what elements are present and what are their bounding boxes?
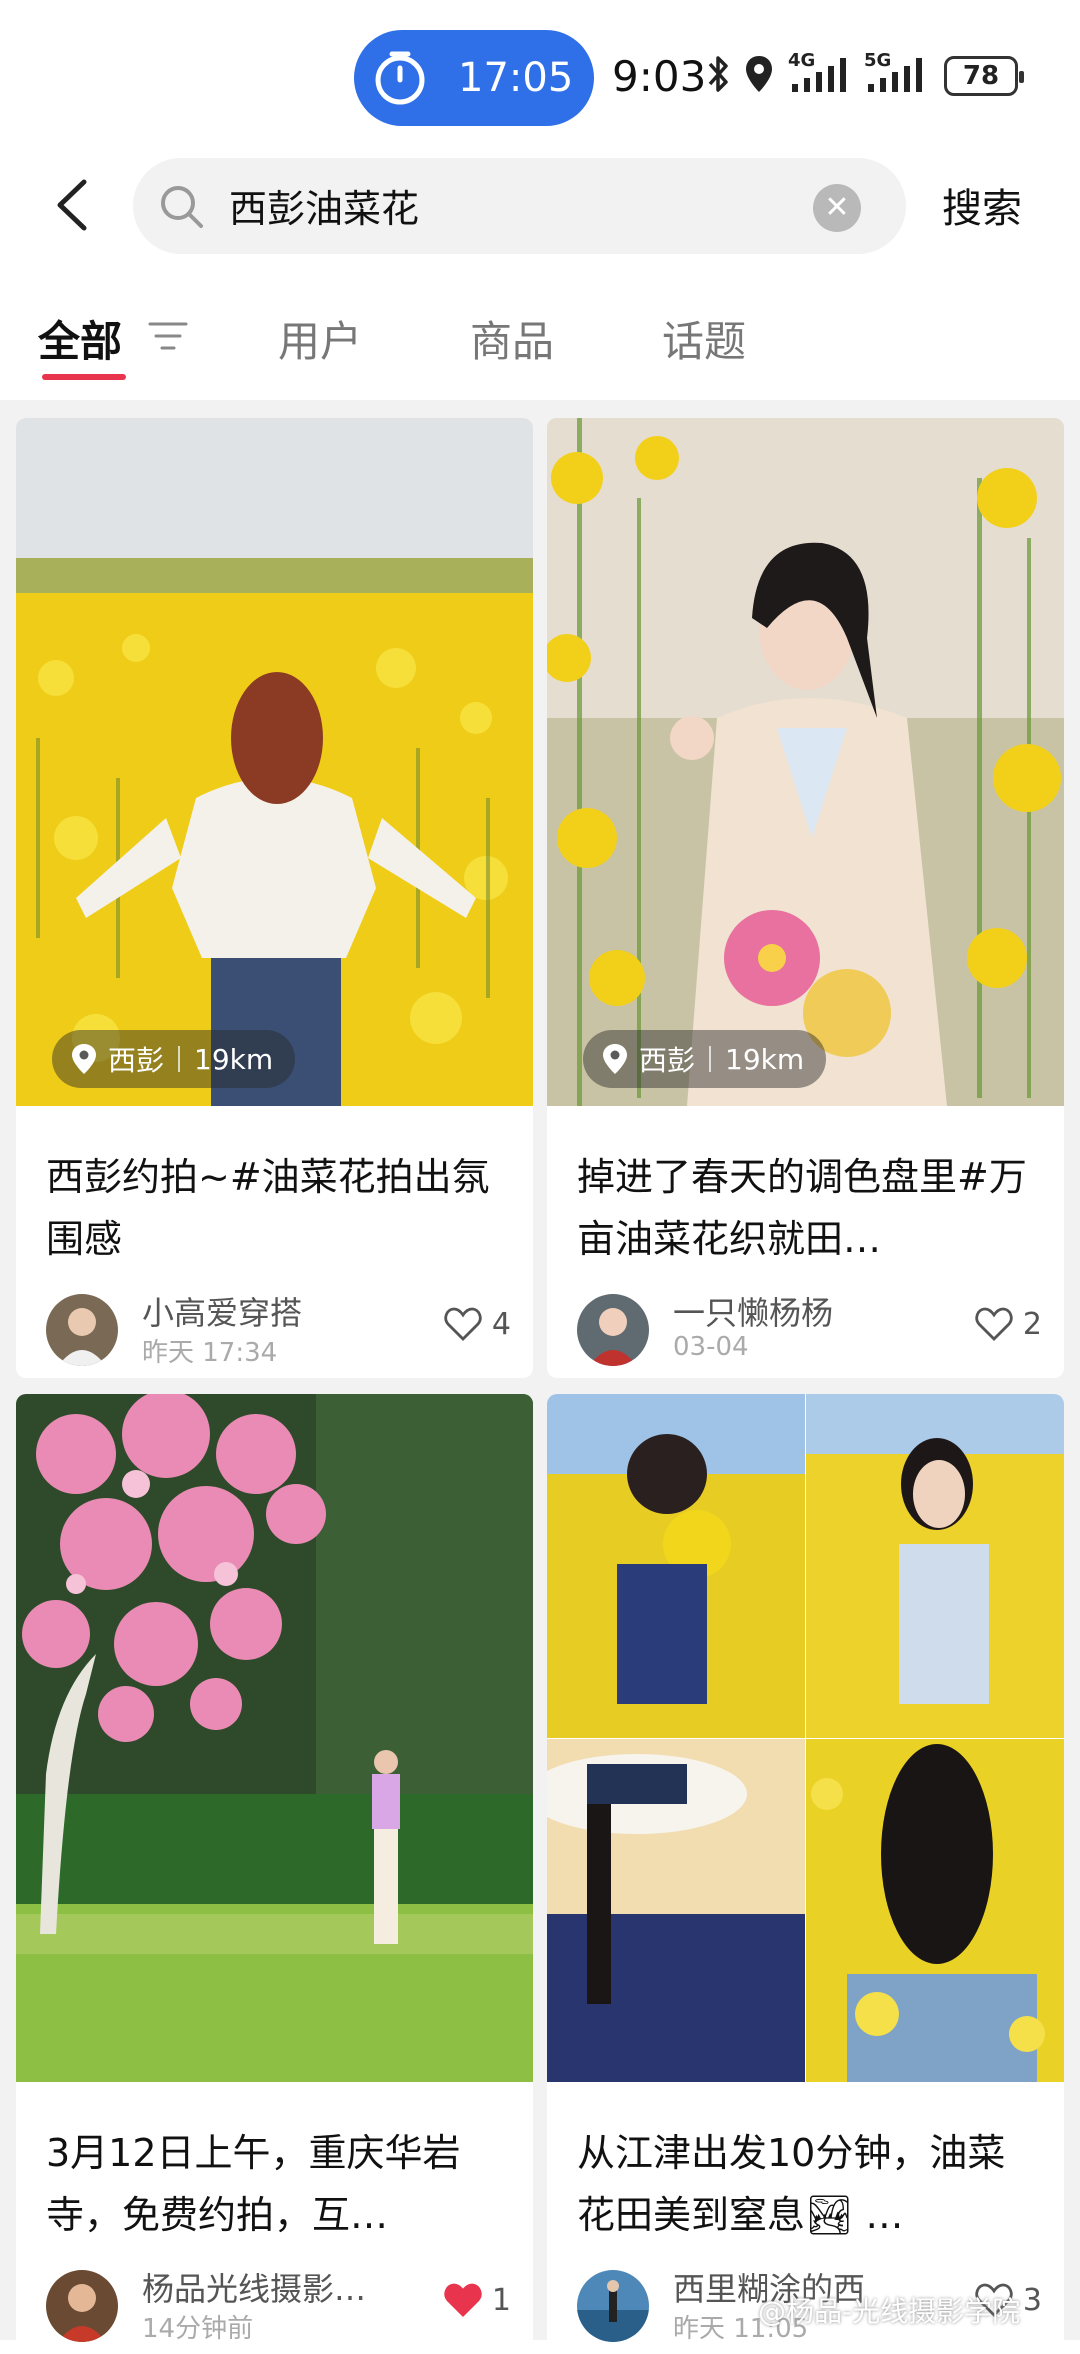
author-name[interactable]: 杨品光线摄影…: [142, 2264, 366, 2310]
post-time: 14分钟前: [142, 2314, 254, 2344]
location-badge: 西彭 19km: [52, 1030, 296, 1088]
status-icons: 4G 5G: [706, 50, 926, 94]
avatar[interactable]: [46, 2270, 118, 2342]
author-name[interactable]: 一只懒杨杨: [673, 1288, 833, 1334]
like-button[interactable]: 1: [444, 2282, 511, 2318]
search-icon: [161, 186, 203, 228]
location-distance: 19km: [194, 1042, 274, 1076]
like-button[interactable]: 4: [444, 1306, 511, 1342]
post-title[interactable]: 从江津出发10分钟，油菜花田美到窒息🏞 …: [577, 2122, 1037, 2246]
avatar[interactable]: [577, 2270, 649, 2342]
like-count: 2: [1022, 1306, 1042, 1342]
battery-icon: 78: [944, 56, 1024, 96]
heart-icon: [444, 1307, 482, 1341]
post-title[interactable]: 3月12日上午，重庆华岩寺，免费约拍，互…: [46, 2122, 506, 2246]
search-header: 西彭油菜花 ✕ 搜索: [0, 150, 1080, 260]
search-button[interactable]: 搜索: [942, 176, 1022, 234]
search-query: 西彭油菜花: [229, 187, 420, 231]
post-card[interactable]: 从江津出发10分钟，油菜花田美到窒息🏞 … 西里糊涂的西 昨天 11:05 3: [547, 1394, 1064, 2354]
post-time: 昨天 17:34: [142, 1338, 278, 1368]
battery-level: 78: [962, 61, 1000, 91]
location-pin-icon: [72, 1044, 96, 1074]
signal-5g-icon: 5G: [864, 50, 926, 94]
watermark: @杨品-光线摄影学院: [758, 2295, 1021, 2328]
author-name[interactable]: 小高爱穿搭: [142, 1288, 302, 1334]
post-time: 03-04: [673, 1332, 749, 1362]
like-count: 4: [491, 1306, 511, 1342]
post-card[interactable]: 西彭 19km 掉进了春天的调色盘里#万亩油菜花织就田… 一只懒杨杨 03-04…: [547, 418, 1064, 1378]
location-name: 西彭: [639, 1044, 696, 1077]
post-image: [16, 418, 533, 1106]
heart-filled-icon: [444, 2283, 482, 2317]
location-distance: 19km: [725, 1042, 805, 1076]
signal-4g-icon: 4G: [788, 50, 850, 94]
bluetooth-icon: [708, 56, 728, 92]
status-bar: 17:05 9:03 4G 5G 78: [0, 0, 1080, 150]
location-pin-icon: [603, 1044, 627, 1074]
heart-icon: [975, 1307, 1013, 1341]
post-image-collage: [547, 1394, 1064, 2082]
timer-text: 17:05: [458, 55, 574, 101]
post-image: [16, 1394, 533, 2082]
search-input[interactable]: 西彭油菜花 ✕: [133, 158, 906, 254]
location-badge: 西彭 19km: [583, 1030, 827, 1088]
location-icon: [746, 56, 772, 92]
timer-pill[interactable]: 17:05: [354, 30, 594, 126]
post-card[interactable]: 3月12日上午，重庆华岩寺，免费约拍，互… 杨品光线摄影… 14分钟前 1: [16, 1394, 533, 2354]
back-arrow-icon[interactable]: [44, 170, 104, 240]
tab-bar: 全部 用户 商品 话题: [0, 290, 1080, 400]
filter-icon[interactable]: [148, 318, 188, 354]
post-image: [547, 418, 1064, 1106]
like-button[interactable]: 2: [975, 1306, 1042, 1342]
avatar[interactable]: [577, 1294, 649, 1366]
results-feed: 西彭 19km 西彭约拍~#油菜花拍出氛围感 小高爱穿搭 昨天 17:34 4: [0, 400, 1080, 2354]
tab-users[interactable]: 用户: [278, 308, 362, 369]
post-title[interactable]: 掉进了春天的调色盘里#万亩油菜花织就田…: [577, 1146, 1037, 1270]
like-count: 1: [491, 2282, 511, 2318]
like-count: 3: [1022, 2282, 1042, 2318]
clear-icon[interactable]: ✕: [813, 184, 861, 232]
tab-topics[interactable]: 话题: [662, 308, 746, 369]
location-name: 西彭: [108, 1044, 165, 1077]
tab-products[interactable]: 商品: [470, 308, 554, 369]
location-divider: [178, 1046, 181, 1072]
avatar[interactable]: [46, 1294, 118, 1366]
location-divider: [709, 1046, 712, 1072]
clock: 9:03: [612, 52, 707, 101]
timer-icon: [375, 51, 425, 105]
post-card[interactable]: 西彭 19km 西彭约拍~#油菜花拍出氛围感 小高爱穿搭 昨天 17:34 4: [16, 418, 533, 1378]
tab-active-indicator: [42, 374, 126, 380]
tab-all[interactable]: 全部: [38, 308, 122, 369]
post-title[interactable]: 西彭约拍~#油菜花拍出氛围感: [46, 1146, 506, 1270]
